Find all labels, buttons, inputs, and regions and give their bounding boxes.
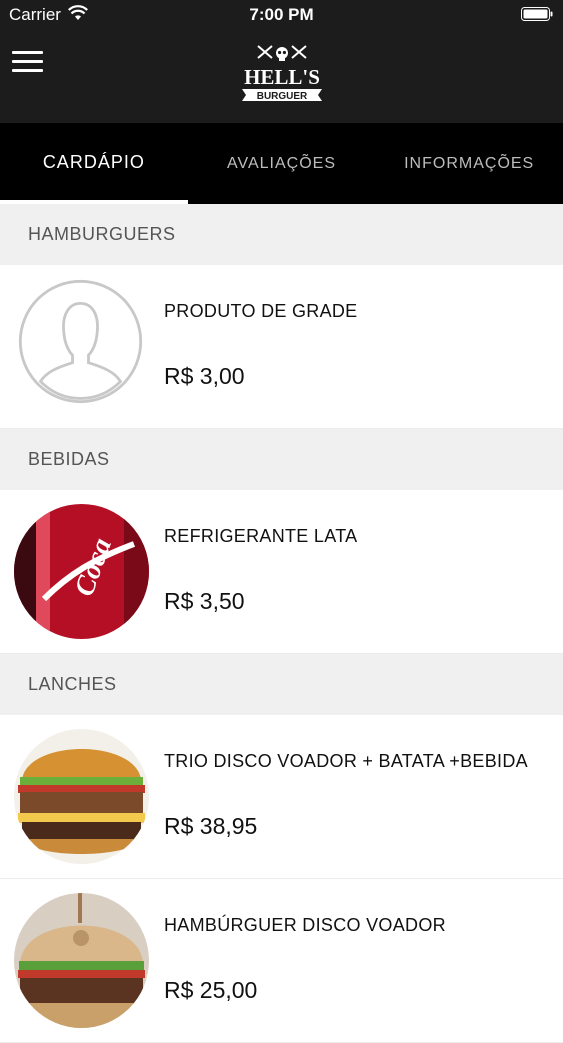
item-price: R$ 3,00 [164,363,245,389]
tab-label: INFORMAÇÕES [404,155,535,172]
menu-list: HAMBURGUERS PRODUTO DE GRADE R$ 3,00 BEB… [0,204,563,1043]
burger-photo [14,893,149,1028]
app-header: Carrier 7:00 PM HELL'S BURGUER [0,0,563,123]
item-name: PRODUTO DE GRADE [164,301,358,321]
menu-button[interactable] [12,51,44,75]
list-item[interactable]: PRODUTO DE GRADE R$ 3,00 [0,265,563,429]
item-name: REFRIGERANTE LATA [164,526,358,546]
item-name: TRIO DISCO VOADOR + BATATA +BEBIDA [164,751,528,771]
section-header: LANCHES [0,654,563,715]
battery-icon [521,7,553,21]
list-item[interactable]: TRIO DISCO VOADOR + BATATA +BEBIDA R$ 38… [0,715,563,879]
item-price: R$ 3,50 [164,588,245,614]
hells-burguer-logo: HELL'S BURGUER [242,45,322,102]
list-item[interactable]: HAMBÚRGUER DISCO VOADOR R$ 25,00 [0,879,563,1043]
user-placeholder-icon [18,279,143,404]
logo-text-line2: BURGUER [257,91,308,102]
tab-avaliacoes[interactable]: AVALIAÇÕES [188,123,376,204]
clock: 7:00 PM [249,5,314,24]
list-item[interactable]: Coca REFRIGERANTE LATA R$ 3,50 [0,490,563,654]
tab-label: CARDÁPIO [42,152,145,172]
item-name: HAMBÚRGUER DISCO VOADOR [164,915,446,935]
tab-bar: CARDÁPIO AVALIAÇÕES INFORMAÇÕES [0,123,563,204]
status-bar: Carrier 7:00 PM [0,0,563,30]
item-price: R$ 38,95 [164,813,258,839]
section-header: HAMBURGUERS [0,204,563,265]
tab-informacoes[interactable]: INFORMAÇÕES [375,123,563,204]
tab-cardapio[interactable]: CARDÁPIO [0,123,188,204]
section-header: BEBIDAS [0,429,563,490]
tab-label: AVALIAÇÕES [227,155,336,172]
soda-can-photo: Coca [14,504,149,639]
burger-photo [14,729,149,864]
logo-text-line1: HELL'S [244,65,320,89]
